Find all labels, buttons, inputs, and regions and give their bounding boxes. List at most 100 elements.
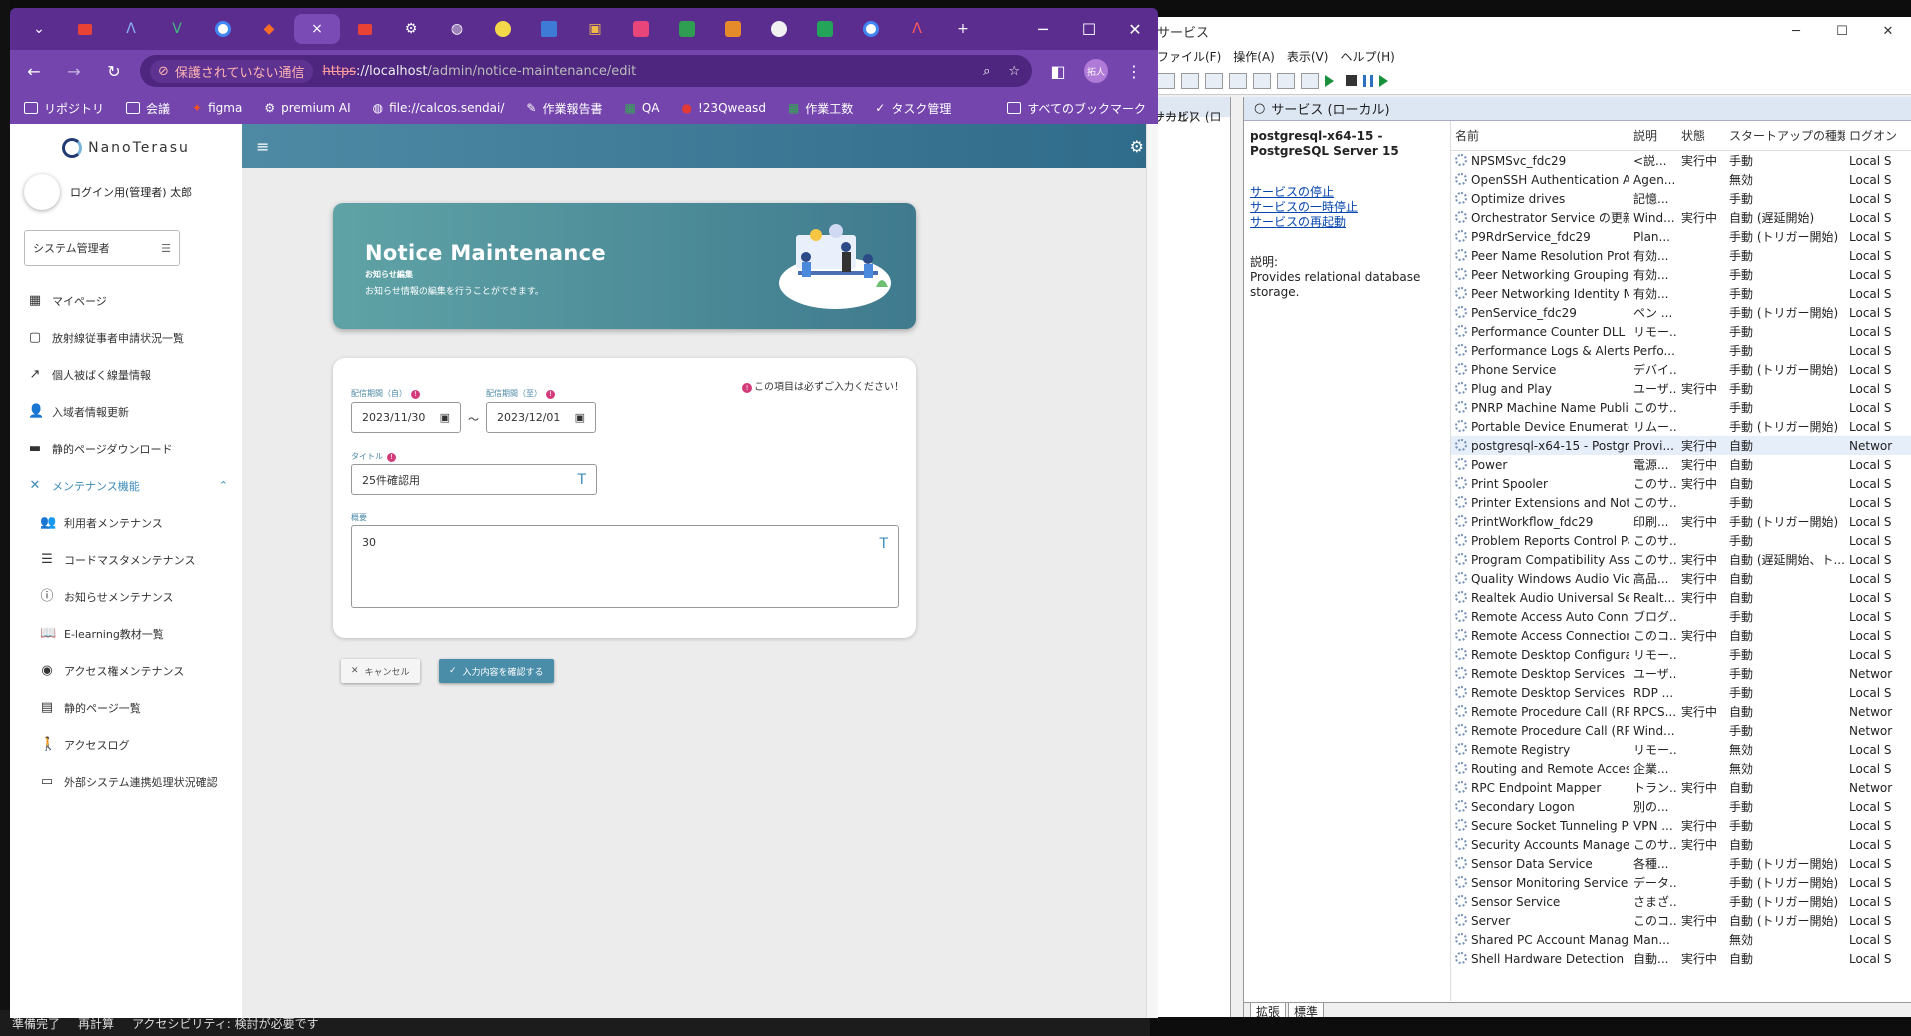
calendar-icon[interactable]: ▣ [440,411,450,424]
table-row[interactable]: Realtek Audio Universal Ser... Realt... 実行… [1451,588,1911,607]
tab-current[interactable]: × [294,14,340,44]
sidebar-section-maintenance[interactable]: ✕ メンテナンス機能 ⌃ [10,467,242,504]
bookmark-star-icon[interactable]: ☆ [1008,64,1020,79]
table-row[interactable]: postgresql-x64-15 - Postgre... Provi... 実行… [1451,436,1911,455]
tab-search-icon[interactable]: ⌄ [18,14,60,44]
table-row[interactable]: PrintWorkflow_fdc29 印刷... 実行中 手動 (トリガー開始) Lo… [1451,512,1911,531]
sidebar-item-static-pages[interactable]: ▤ 静的ページ一覧 [10,689,242,726]
table-row[interactable]: Security Accounts Manager このサ... 実行中 自動 Loca… [1451,835,1911,854]
sidebar-item-application-status[interactable]: ▢ 放射線従事者申請状況一覧 [10,319,242,356]
table-row[interactable]: RPC Endpoint Mapper トラン... 実行中 自動 Networ [1451,778,1911,797]
all-bookmarks[interactable]: すべてのブックマーク [1007,100,1146,117]
table-row[interactable]: Secondary Logon 別の... 手動 Local S [1451,797,1911,816]
menu-view[interactable]: 表示(V) [1287,48,1329,65]
table-row[interactable]: Peer Networking Grouping 有効... 手動 Local S [1451,265,1911,284]
table-row[interactable]: Remote Access Auto Conne... ブログ... 手動 Local… [1451,607,1911,626]
sidebar-item-exposure[interactable]: ↗ 個人被ばく線量情報 [10,356,242,393]
table-row[interactable]: Remote Registry リモー... 無効 Local S [1451,740,1911,759]
properties-icon[interactable] [1205,72,1223,89]
minimize-icon[interactable]: ─ [1020,20,1066,39]
table-row[interactable]: Peer Networking Identity M... 有効... 手動 Loca… [1451,284,1911,303]
stop-service-icon[interactable] [1346,75,1357,86]
sidebar-item-access-rights[interactable]: ◉ アクセス権メンテナンス [10,652,242,689]
tab-standard[interactable]: 標準 [1288,1003,1325,1017]
reload-icon[interactable]: ↻ [100,62,128,81]
tab-close-icon[interactable]: × [311,21,323,37]
title-input[interactable]: 25件確認用 T [351,464,597,495]
sidebar-item-static-download[interactable]: ▬ 静的ページダウンロード [10,430,242,467]
start-date-input[interactable]: 2023/11/30 ▣ [351,402,461,433]
pause-service-link[interactable]: サービスの一時停止 [1250,200,1444,215]
sidebar-item-mypage[interactable]: ▦ マイページ [10,282,242,319]
column-status[interactable]: 状態 [1677,127,1725,144]
pause-service-icon[interactable] [1363,74,1373,87]
table-row[interactable]: Shell Hardware Detection 自動... 実行中 自動 Local … [1451,949,1911,968]
tab-web[interactable]: ◍ [436,14,478,44]
table-row[interactable]: Remote Desktop Services Us... RDP ... 手動 Lo… [1451,683,1911,702]
column-description[interactable]: 説明 [1629,127,1677,144]
start-service-icon[interactable] [1325,74,1340,87]
menu-action[interactable]: 操作(A) [1233,48,1275,65]
url-text[interactable]: https://localhost/admin/notice-maintenan… [323,64,637,79]
table-row[interactable]: Print Spooler このサ... 実行中 自動 Local S [1451,474,1911,493]
cancel-button[interactable]: ✕ キャンセル [341,659,420,683]
tab-gmail-2[interactable] [344,14,386,44]
maximize-icon[interactable]: ☐ [1819,24,1865,39]
table-row[interactable]: Remote Desktop Services ユーザ... 手動 Networ [1451,664,1911,683]
new-tab-button[interactable]: + [942,14,984,44]
sidebar-item-code-master[interactable]: ☰ コードマスタメンテナンス [10,541,242,578]
column-startup-type[interactable]: スタートアップの種類 [1725,127,1845,144]
table-row[interactable]: Remote Procedure Call (RPC... Wind... 手動 Ne… [1451,721,1911,740]
end-date-input[interactable]: 2023/12/01 ▣ [486,402,596,433]
bookmark-file[interactable]: ◍ file://calcos.sendai/ [373,101,505,115]
address-bar[interactable]: ⊘ 保護されていない通信 https://localhost/admin/noti… [140,55,1032,87]
zoom-icon[interactable]: ⌕ [983,64,990,79]
close-icon[interactable]: ✕ [1865,24,1911,39]
tab-app-green[interactable] [666,14,708,44]
table-row[interactable]: P9RdrService_fdc29 Plan... 手動 (トリガー開始) Loca… [1451,227,1911,246]
tab-gmail[interactable] [64,14,106,44]
restart-service-link[interactable]: サービスの再起動 [1250,215,1444,230]
help-icon[interactable] [1277,72,1295,89]
maximize-icon[interactable]: ☐ [1066,20,1112,39]
table-row[interactable]: Optimize drives 記憶... 手動 Local S [1451,189,1911,208]
restart-service-icon[interactable] [1379,74,1394,87]
bookmark-task[interactable]: ✓ タスク管理 [875,100,951,117]
bookmark-repository[interactable]: リポジトリ [24,100,104,117]
confirm-button[interactable]: ✓ 入力内容を確認する [439,659,554,683]
summary-textarea[interactable]: 30 T [351,525,899,608]
bookmark-work-report[interactable]: ✎ 作業報告書 [526,100,602,117]
tab-app-orange[interactable] [712,14,754,44]
gear-icon[interactable]: ⚙ [1130,137,1144,156]
tab-app-yellow[interactable] [482,14,524,44]
column-logon[interactable]: ログオン [1845,127,1911,144]
table-row[interactable]: Shared PC Account Manager Man... 無効 Local S [1451,930,1911,949]
menu-file[interactable]: ファイル(F) [1157,48,1221,65]
table-row[interactable]: Server このコ... 実行中 自動 (トリガー開始) Local S [1451,911,1911,930]
menu-dots-icon[interactable]: ⋮ [1120,62,1148,81]
bookmark-work-hours[interactable]: ▦ 作業工数 [788,100,853,117]
table-row[interactable]: Remote Access Connection ... このコ... 実行中自動 L… [1451,626,1911,645]
tab-extended[interactable]: 拡張 [1250,1003,1287,1017]
table-row[interactable]: Secure Socket Tunneling Pr... VPN ... 実行中手… [1451,816,1911,835]
tab-app-blue[interactable] [528,14,570,44]
role-select[interactable]: システム管理者 ☰ [24,230,180,266]
bookmark-qa[interactable]: ▦ QA [625,101,660,115]
console-tree-icon[interactable] [1181,72,1199,89]
table-row[interactable]: PNRP Machine Name Publi... このサ... 手動 Local … [1451,398,1911,417]
table-row[interactable]: Sensor Monitoring Service データ... 手動 (トリガー開… [1451,873,1911,892]
bookmark-figma[interactable]: ✦ figma [192,101,242,115]
sidebar-item-external-sync[interactable]: ▭ 外部システム連携処理状況確認 [10,763,242,800]
sidebar-item-elearning[interactable]: 📖 E-learning教材一覧 [10,615,242,652]
table-row[interactable]: Orchestrator Service の更新 Wind... 実行中 自動 (遅延… [1451,208,1911,227]
view-icon[interactable] [1301,72,1319,89]
minimize-icon[interactable]: ─ [1773,24,1819,39]
table-row[interactable]: Phone Service デバイ... 手動 (トリガー開始) Local S [1451,360,1911,379]
tab-app-white[interactable] [758,14,800,44]
bookmark-premium-ai[interactable]: ⚙ premium AI [264,101,350,115]
tab-chatgpt[interactable]: ⚙ [390,14,432,44]
table-row[interactable]: Portable Device Enumerator... リムー... 手動 (ト… [1451,417,1911,436]
tab-google-2[interactable] [850,14,892,44]
profile-avatar[interactable]: 拓人 [1084,59,1108,83]
close-icon[interactable]: ✕ [1112,20,1158,39]
